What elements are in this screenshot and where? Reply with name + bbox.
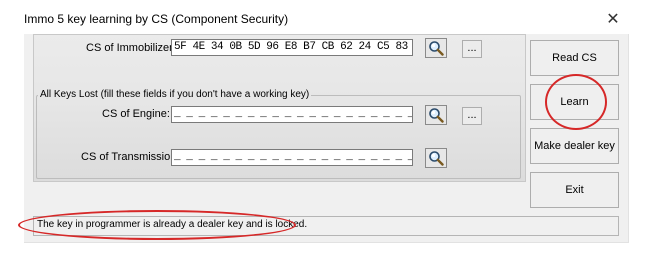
- all-keys-lost-legend: All Keys Lost (fill these fields if you …: [38, 89, 312, 100]
- immobilizer-label: CS of Immobilizer:: [86, 42, 176, 54]
- transmission-cs-field[interactable]: _ _ _ _ _ _ _ _ _ _ _ _ _ _ _ _ _ _ _ _ …: [171, 149, 413, 166]
- transmission-label: CS of Transmission:: [81, 151, 180, 163]
- immobilizer-search-button[interactable]: [425, 38, 447, 58]
- engine-search-button[interactable]: [425, 105, 447, 125]
- magnifier-icon: [429, 41, 444, 56]
- learn-button[interactable]: Learn: [530, 84, 619, 120]
- engine-cs-field[interactable]: _ _ _ _ _ _ _ _ _ _ _ _ _ _ _ _ _ _ _ _ …: [171, 106, 413, 123]
- transmission-search-button[interactable]: [425, 148, 447, 168]
- engine-browse-button[interactable]: ...: [462, 107, 482, 125]
- window-title: Immo 5 key learning by CS (Component Sec…: [24, 12, 289, 26]
- title-bar: Immo 5 key learning by CS (Component Sec…: [0, 0, 650, 34]
- magnifier-icon: [429, 151, 444, 166]
- engine-label: CS of Engine:: [102, 108, 170, 120]
- immobilizer-browse-button[interactable]: ...: [462, 40, 482, 58]
- status-message: The key in programmer is already a deale…: [37, 219, 308, 230]
- make-dealer-key-button[interactable]: Make dealer key: [530, 128, 619, 164]
- exit-button[interactable]: Exit: [530, 172, 619, 208]
- close-icon[interactable]: ✕: [598, 8, 628, 30]
- magnifier-icon: [429, 108, 444, 123]
- read-cs-button[interactable]: Read CS: [530, 40, 619, 76]
- immobilizer-cs-field[interactable]: 5F 4E 34 0B 5D 96 E8 B7 CB 62 24 C5 83 9…: [171, 39, 413, 56]
